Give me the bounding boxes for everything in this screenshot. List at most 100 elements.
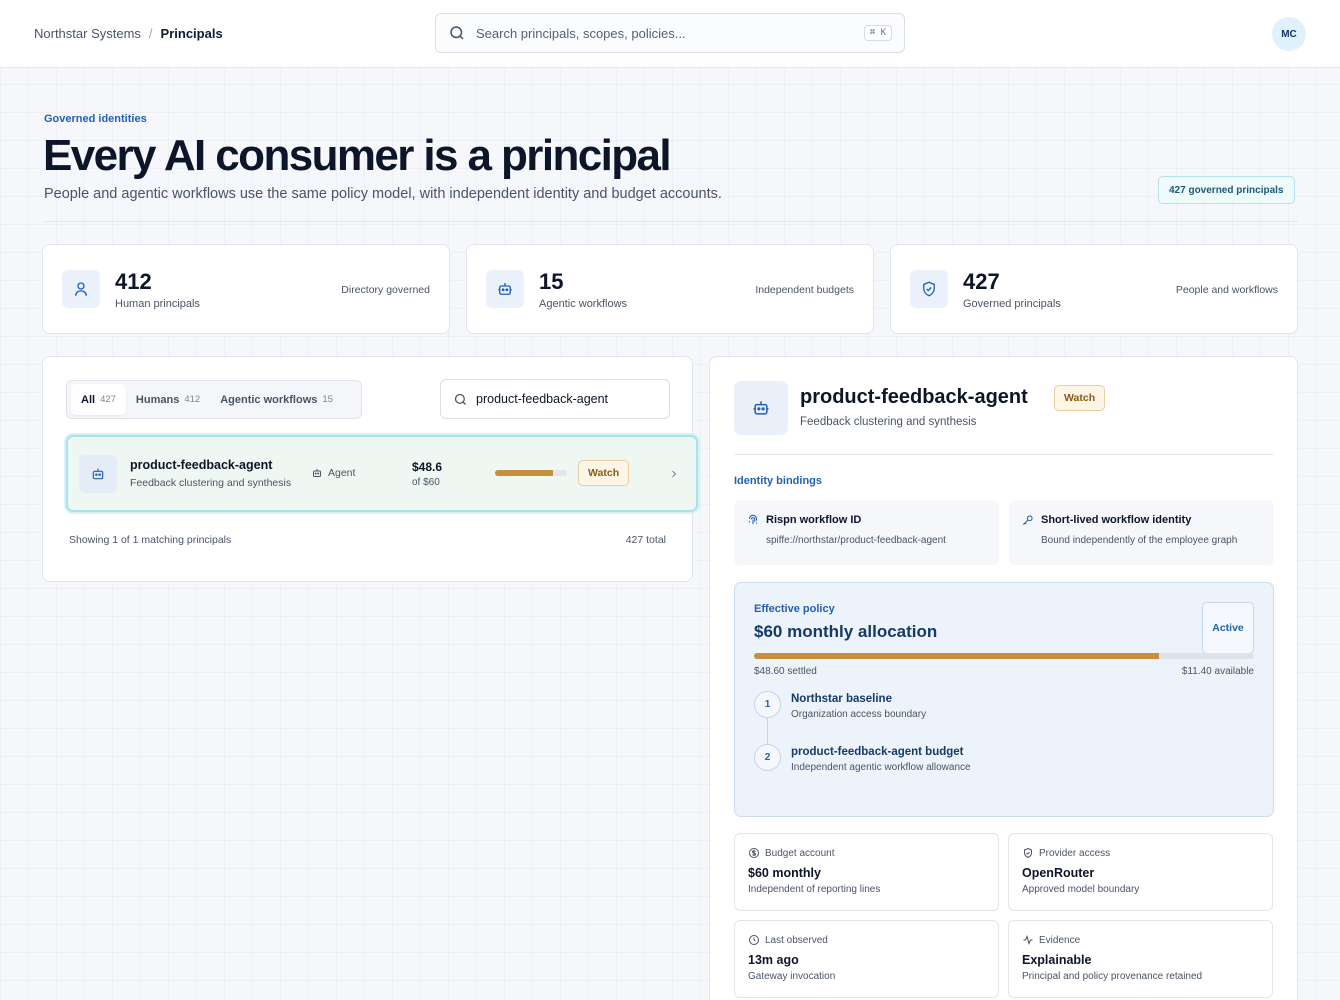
policy-settled: $48.60 settled — [754, 666, 817, 677]
budget-usage-fill — [495, 470, 554, 476]
binding-value: Bound independently of the employee grap… — [1041, 535, 1238, 546]
filter-query: product-feedback-agent — [476, 392, 609, 406]
fact-subtext: Independent of reporting lines — [748, 884, 881, 895]
page-subtitle: People and agentic workflows use the sam… — [44, 186, 722, 202]
tab-humans[interactable]: Humans 412 — [126, 384, 210, 415]
detail-title: product-feedback-agent — [800, 386, 1028, 408]
tab-all[interactable]: All 427 — [71, 384, 126, 415]
bot-icon — [79, 455, 117, 493]
stat-note: Directory governed — [341, 284, 430, 296]
chevron-right-icon — [668, 468, 680, 480]
stat-label: Governed principals — [963, 298, 1061, 310]
stat-card-workflows: 15 Agentic workflows Independent budgets — [466, 244, 874, 334]
principal-kind-label: Agent — [328, 467, 356, 479]
governed-count-badge: 427 governed principals — [1158, 176, 1295, 204]
fact-subtext: Approved model boundary — [1022, 884, 1140, 895]
policy-step-number: 1 — [754, 691, 781, 718]
user-avatar[interactable]: MC — [1272, 17, 1306, 51]
stat-label: Agentic workflows — [539, 298, 628, 310]
stat-value: 15 — [539, 269, 564, 294]
policy-status-badge: Active — [1202, 602, 1254, 654]
bot-icon — [486, 270, 524, 308]
global-search-input[interactable]: Search principals, scopes, policies... ⌘… — [435, 13, 905, 53]
fact-label: Provider access — [1022, 847, 1110, 859]
divider — [44, 221, 1298, 222]
key-icon — [1021, 513, 1035, 527]
principal-row[interactable]: product-feedback-agent Feedback clusteri… — [66, 435, 698, 512]
breadcrumb-current: Principals — [160, 26, 223, 41]
principals-list-panel: All 427 Humans 412 Agentic workflows 15 … — [42, 356, 698, 582]
results-total: 427 total — [625, 534, 666, 546]
fact-value: OpenRouter — [1022, 866, 1095, 880]
policy-available: $11.40 available — [1181, 666, 1254, 677]
policy-step-number: 2 — [754, 744, 781, 771]
tab-count: 15 — [322, 394, 333, 405]
policy-usage-fill — [754, 653, 1159, 659]
fact-label-text: Last observed — [765, 934, 828, 946]
policy-eyebrow: Effective policy — [754, 603, 835, 615]
policy-usage-bar — [754, 653, 1254, 659]
principal-spent: $48.6 — [412, 460, 443, 474]
fact-label: Budget account — [748, 847, 835, 859]
fact-label-text: Provider access — [1039, 847, 1111, 859]
section-title-identity-bindings: Identity bindings — [734, 475, 822, 487]
top-bar: Northstar Systems / Principals Search pr… — [0, 0, 1340, 68]
fact-card-evidence: Evidence Explainable Principal and polic… — [1008, 920, 1273, 998]
results-summary: Showing 1 of 1 matching principals — [69, 534, 232, 546]
fact-subtext: Gateway invocation — [748, 971, 836, 982]
search-icon — [448, 24, 466, 42]
tab-agentic-workflows[interactable]: Agentic workflows 15 — [210, 384, 343, 415]
tab-label: Humans — [135, 393, 180, 406]
breadcrumb-org-link[interactable]: Northstar Systems — [34, 26, 141, 41]
fact-value: Explainable — [1022, 953, 1092, 967]
fact-subtext: Principal and policy provenance retained — [1022, 971, 1203, 982]
principal-filter-input[interactable]: product-feedback-agent — [440, 379, 670, 419]
principal-limit: of $60 — [412, 477, 440, 488]
binding-value: spiffe://northstar/product-feedback-agen… — [766, 535, 946, 546]
search-icon — [453, 392, 468, 407]
fact-value: $60 monthly — [748, 866, 821, 880]
activity-icon — [1022, 934, 1034, 946]
principal-type-tabs: All 427 Humans 412 Agentic workflows 15 — [66, 380, 362, 419]
search-placeholder: Search principals, scopes, policies... — [476, 25, 686, 41]
fact-value: 13m ago — [748, 953, 799, 967]
shield-check-icon — [1022, 847, 1034, 859]
fact-label: Last observed — [748, 934, 828, 946]
fact-card-last-observed: Last observed 13m ago Gateway invocation — [734, 920, 999, 998]
budget-usage-bar — [495, 470, 567, 476]
status-badge: Watch — [578, 460, 630, 486]
status-badge: Watch — [1054, 385, 1106, 411]
principal-detail-panel: product-feedback-agent Watch Feedback cl… — [709, 356, 1298, 1000]
policy-step-title: Northstar baseline — [791, 693, 892, 705]
fact-card-provider-access: Provider access OpenRouter Approved mode… — [1008, 833, 1273, 911]
stat-value: 412 — [115, 269, 152, 294]
identity-binding-card: Short-lived workflow identity Bound inde… — [1009, 500, 1274, 565]
stat-note: People and workflows — [1175, 284, 1278, 296]
stat-value: 427 — [963, 269, 1000, 294]
bot-icon — [734, 381, 788, 435]
policy-title: $60 monthly allocation — [754, 622, 938, 641]
policy-step-subtitle: Independent agentic workflow allowance — [791, 762, 971, 773]
binding-title: Short-lived workflow identity — [1041, 514, 1192, 526]
breadcrumb: Northstar Systems / Principals — [34, 26, 223, 41]
fact-label: Evidence — [1022, 934, 1080, 946]
hero-eyebrow: Governed identities — [44, 113, 147, 125]
tab-count: 412 — [184, 394, 201, 405]
tab-label: Agentic workflows — [220, 393, 318, 406]
principal-description: Feedback clustering and synthesis — [130, 477, 292, 489]
principal-kind: Agent — [311, 467, 355, 479]
detail-description: Feedback clustering and synthesis — [800, 416, 977, 428]
divider — [734, 454, 1274, 455]
effective-policy-card: Effective policy $60 monthly allocation … — [734, 582, 1274, 817]
principal-name: product-feedback-agent — [130, 458, 273, 472]
binding-title: Rispn workflow ID — [766, 514, 862, 526]
fact-label-text: Evidence — [1039, 934, 1081, 946]
stat-label: Human principals — [115, 298, 200, 310]
bot-icon — [311, 467, 323, 479]
fact-label-text: Budget account — [765, 847, 835, 859]
tab-label: All — [81, 393, 96, 406]
stat-card-governed: 427 Governed principals People and workf… — [890, 244, 1298, 334]
clock-icon — [748, 934, 760, 946]
policy-step-title: product-feedback-agent budget — [791, 746, 964, 758]
user-icon — [62, 270, 100, 308]
